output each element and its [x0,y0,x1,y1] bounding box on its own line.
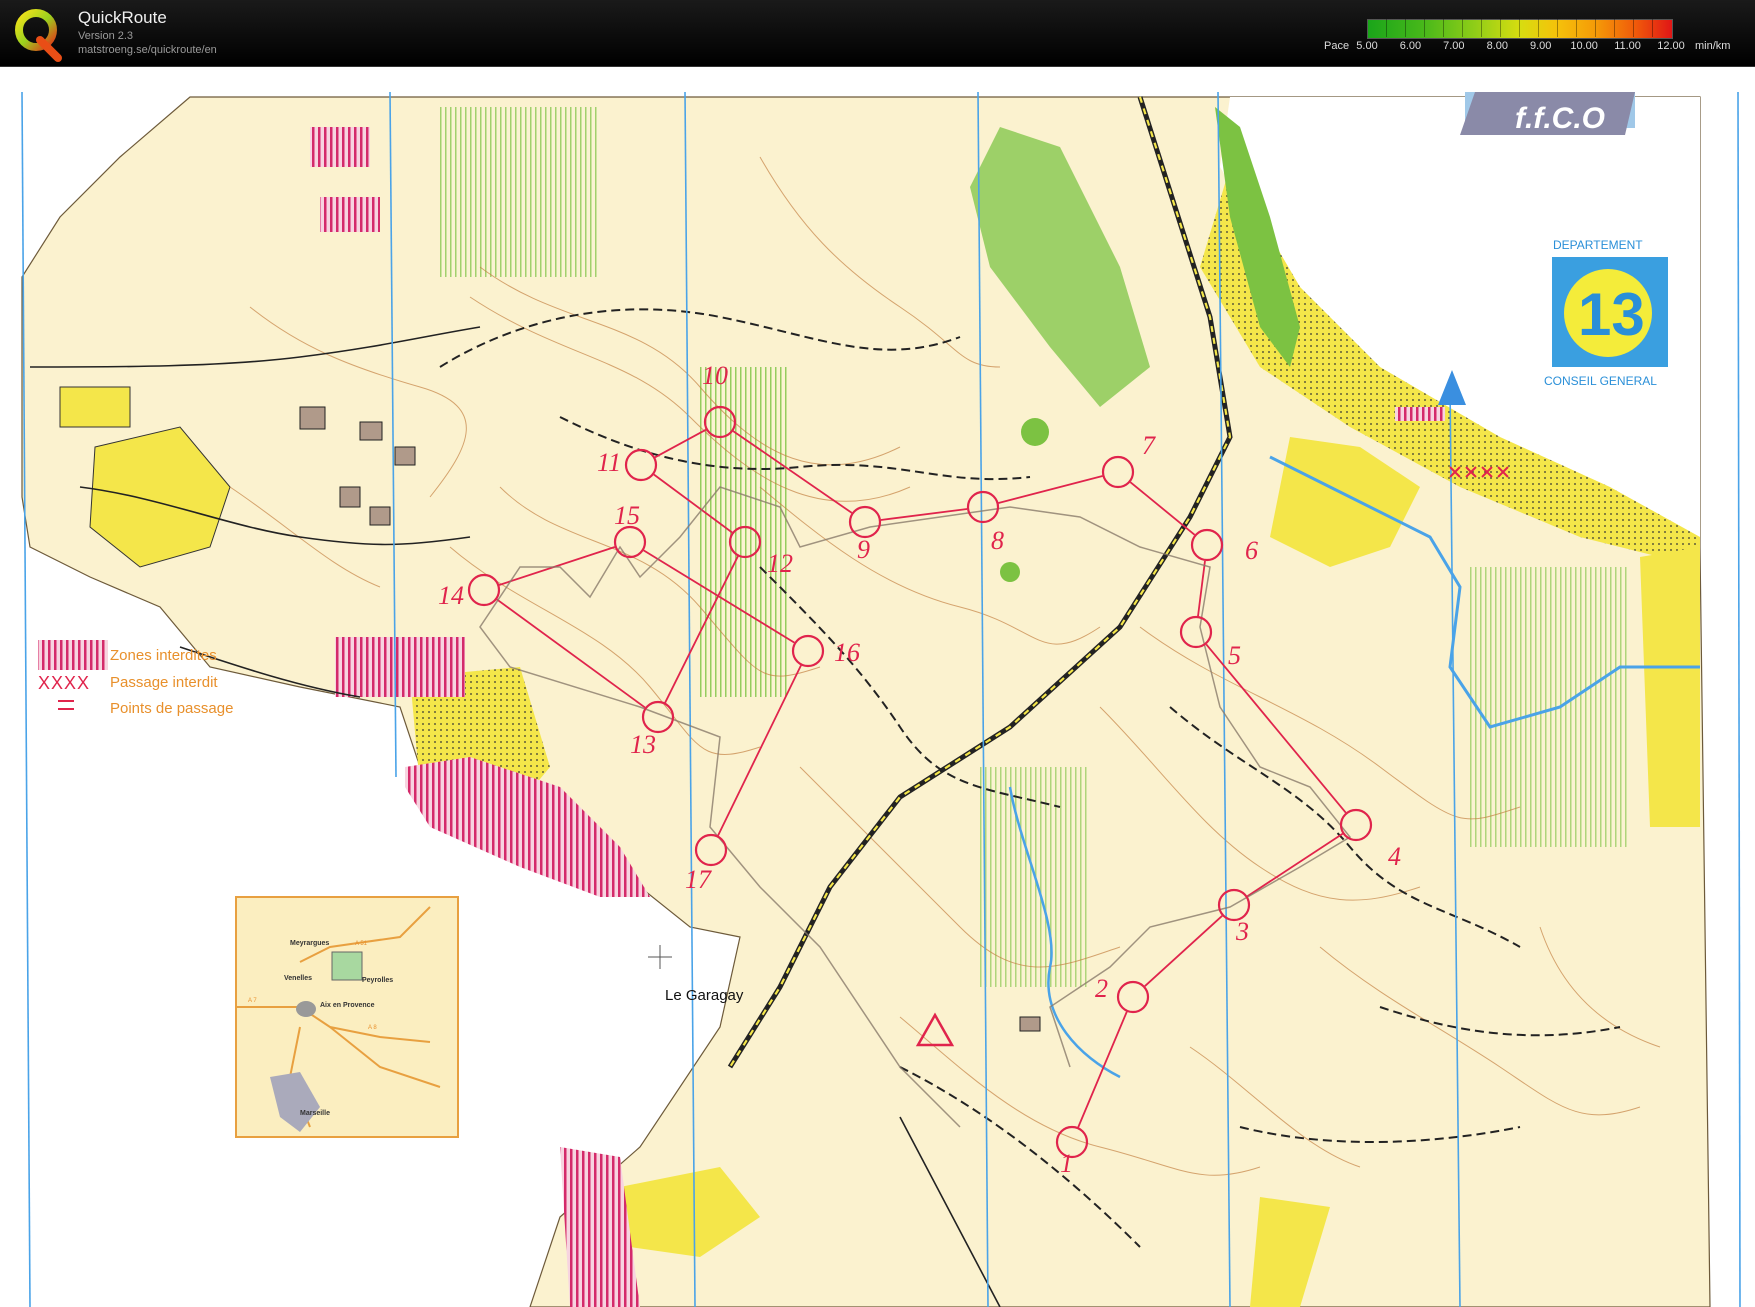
pace-tick-label: 8.00 [1486,40,1508,52]
department-number: 13 [1578,281,1645,348]
forbidden-zone-legend-swatch [38,640,108,670]
pace-tick-label: 12.00 [1657,40,1685,52]
forbidden-zone-north-2 [320,197,380,232]
pace-tick-mark [1652,19,1653,37]
green-patch [1021,418,1049,446]
map-canvas[interactable]: 1234567891011121314151617 Le Garagay f.f… [0,67,1755,1307]
control-number: 9 [857,535,870,564]
app-title: QuickRoute [78,8,167,27]
pace-tick-mark [1633,19,1634,37]
ffco-logo-text: f.f.C.O [1515,102,1605,135]
sports-field [59,386,131,428]
forbidden-zone-north-1 [310,127,370,167]
control-number: 16 [834,638,860,667]
pace-tick-mark [1424,19,1425,37]
pace-tick-mark [1500,19,1501,37]
orienteering-map[interactable]: 1 2 3 4 5 6 7 8 9 10 11 12 13 14 15 16 17 Le Garagay f.f… [0,67,1755,1307]
pace-gradient-bar [1367,19,1673,39]
pace-tick-label: 10.00 [1570,40,1598,52]
control-number: 11 [597,448,621,477]
pace-color-scale: Pace min/km 5.00 6.00 7.00 8.00 9.00 10.00 11.… [1300,0,1755,66]
pace-tick-mark [1614,19,1615,37]
inset-town-label: Venelles [284,975,312,982]
control-number: 13 [630,730,656,759]
pace-unit: min/km [1695,40,1731,52]
app-version: Version 2.3 [78,30,134,42]
inset-road-label: A 8 [368,1025,377,1031]
green-stripes-center [700,367,790,697]
place-name-label: Le Garagay [665,987,744,1004]
department-logo: DEPARTEMENT 13 CONSEIL GENERAL [1544,238,1668,388]
app-header: QuickRoute Version 2.3 matstroeng.se/qui… [0,0,1755,67]
control-number: 7 [1142,431,1156,460]
legend-forbidden-passage-symbol: XXXX [38,673,90,693]
pace-tick-label: 7.00 [1443,40,1465,52]
control-number: 14 [438,581,464,610]
council-label: CONSEIL GENERAL [1544,374,1657,388]
pace-tick-mark [1557,19,1558,37]
pace-tick-label: 9.00 [1529,40,1552,52]
legend-passage-points: Points de passage [110,700,233,717]
pace-label: Pace [1324,40,1350,52]
ffco-logo: f.f.C.O [1460,92,1635,135]
pace-tick-label: 5.00 [1356,40,1378,52]
control-number: 6 [1245,536,1258,565]
inset-town-label: Aix en Provence [320,1002,375,1009]
pace-tick-label: 11.00 [1614,40,1641,52]
legend-forbidden-zones: Zones interdites [110,647,217,664]
green-stripes-right [1470,567,1630,847]
pace-tick-mark [1519,19,1520,37]
control-number: 2 [1095,974,1108,1003]
control-number: 10 [702,361,728,390]
inset-road-label: A 7 [248,998,257,1004]
inset-course-area [331,951,363,981]
pace-tick-mark [1481,19,1482,37]
pace-tick-mark [1443,19,1444,37]
green-patch [1000,562,1020,582]
control-number: 17 [685,865,712,894]
inset-town-label: Marseille [300,1110,330,1117]
inset-town-label: Peyrolles [362,977,393,984]
green-stripes-top [440,107,600,277]
forbidden-zone-west [335,637,465,697]
inset-city-aix [296,1001,316,1017]
control-number: 8 [991,526,1004,555]
pace-tick-mark [1405,19,1406,37]
app-url[interactable]: matstroeng.se/quickroute/en [78,44,217,56]
pace-tick-mark [1538,19,1539,37]
control-number: 1 [1060,1149,1073,1178]
control-number: 3 [1235,917,1249,946]
department-label: DEPARTEMENT [1553,238,1643,252]
control-number: 15 [614,501,640,530]
control-number: 4 [1388,842,1401,871]
control-number: 12 [767,549,793,578]
quickroute-logo-icon [15,9,62,62]
forbidden-zone-east [1395,407,1445,421]
pace-tick-mark [1386,19,1387,37]
pace-tick-mark [1462,19,1463,37]
inset-road-label: A 51 [355,941,368,947]
inset-location-map: Meyrargues Venelles Peyrolles Aix en Proven… [235,896,459,1138]
yellow-strip-right [1640,547,1700,827]
inset-town-label: Meyrargues [290,940,329,947]
legend-forbidden-passage: Passage interdit [110,674,218,691]
pace-tick-label: 6.00 [1399,40,1422,52]
pace-tick-mark [1576,19,1577,37]
control-number: 5 [1228,641,1241,670]
pace-tick-mark [1595,19,1596,37]
quickroute-window: QuickRoute Version 2.3 matstroeng.se/qui… [0,0,1755,1307]
